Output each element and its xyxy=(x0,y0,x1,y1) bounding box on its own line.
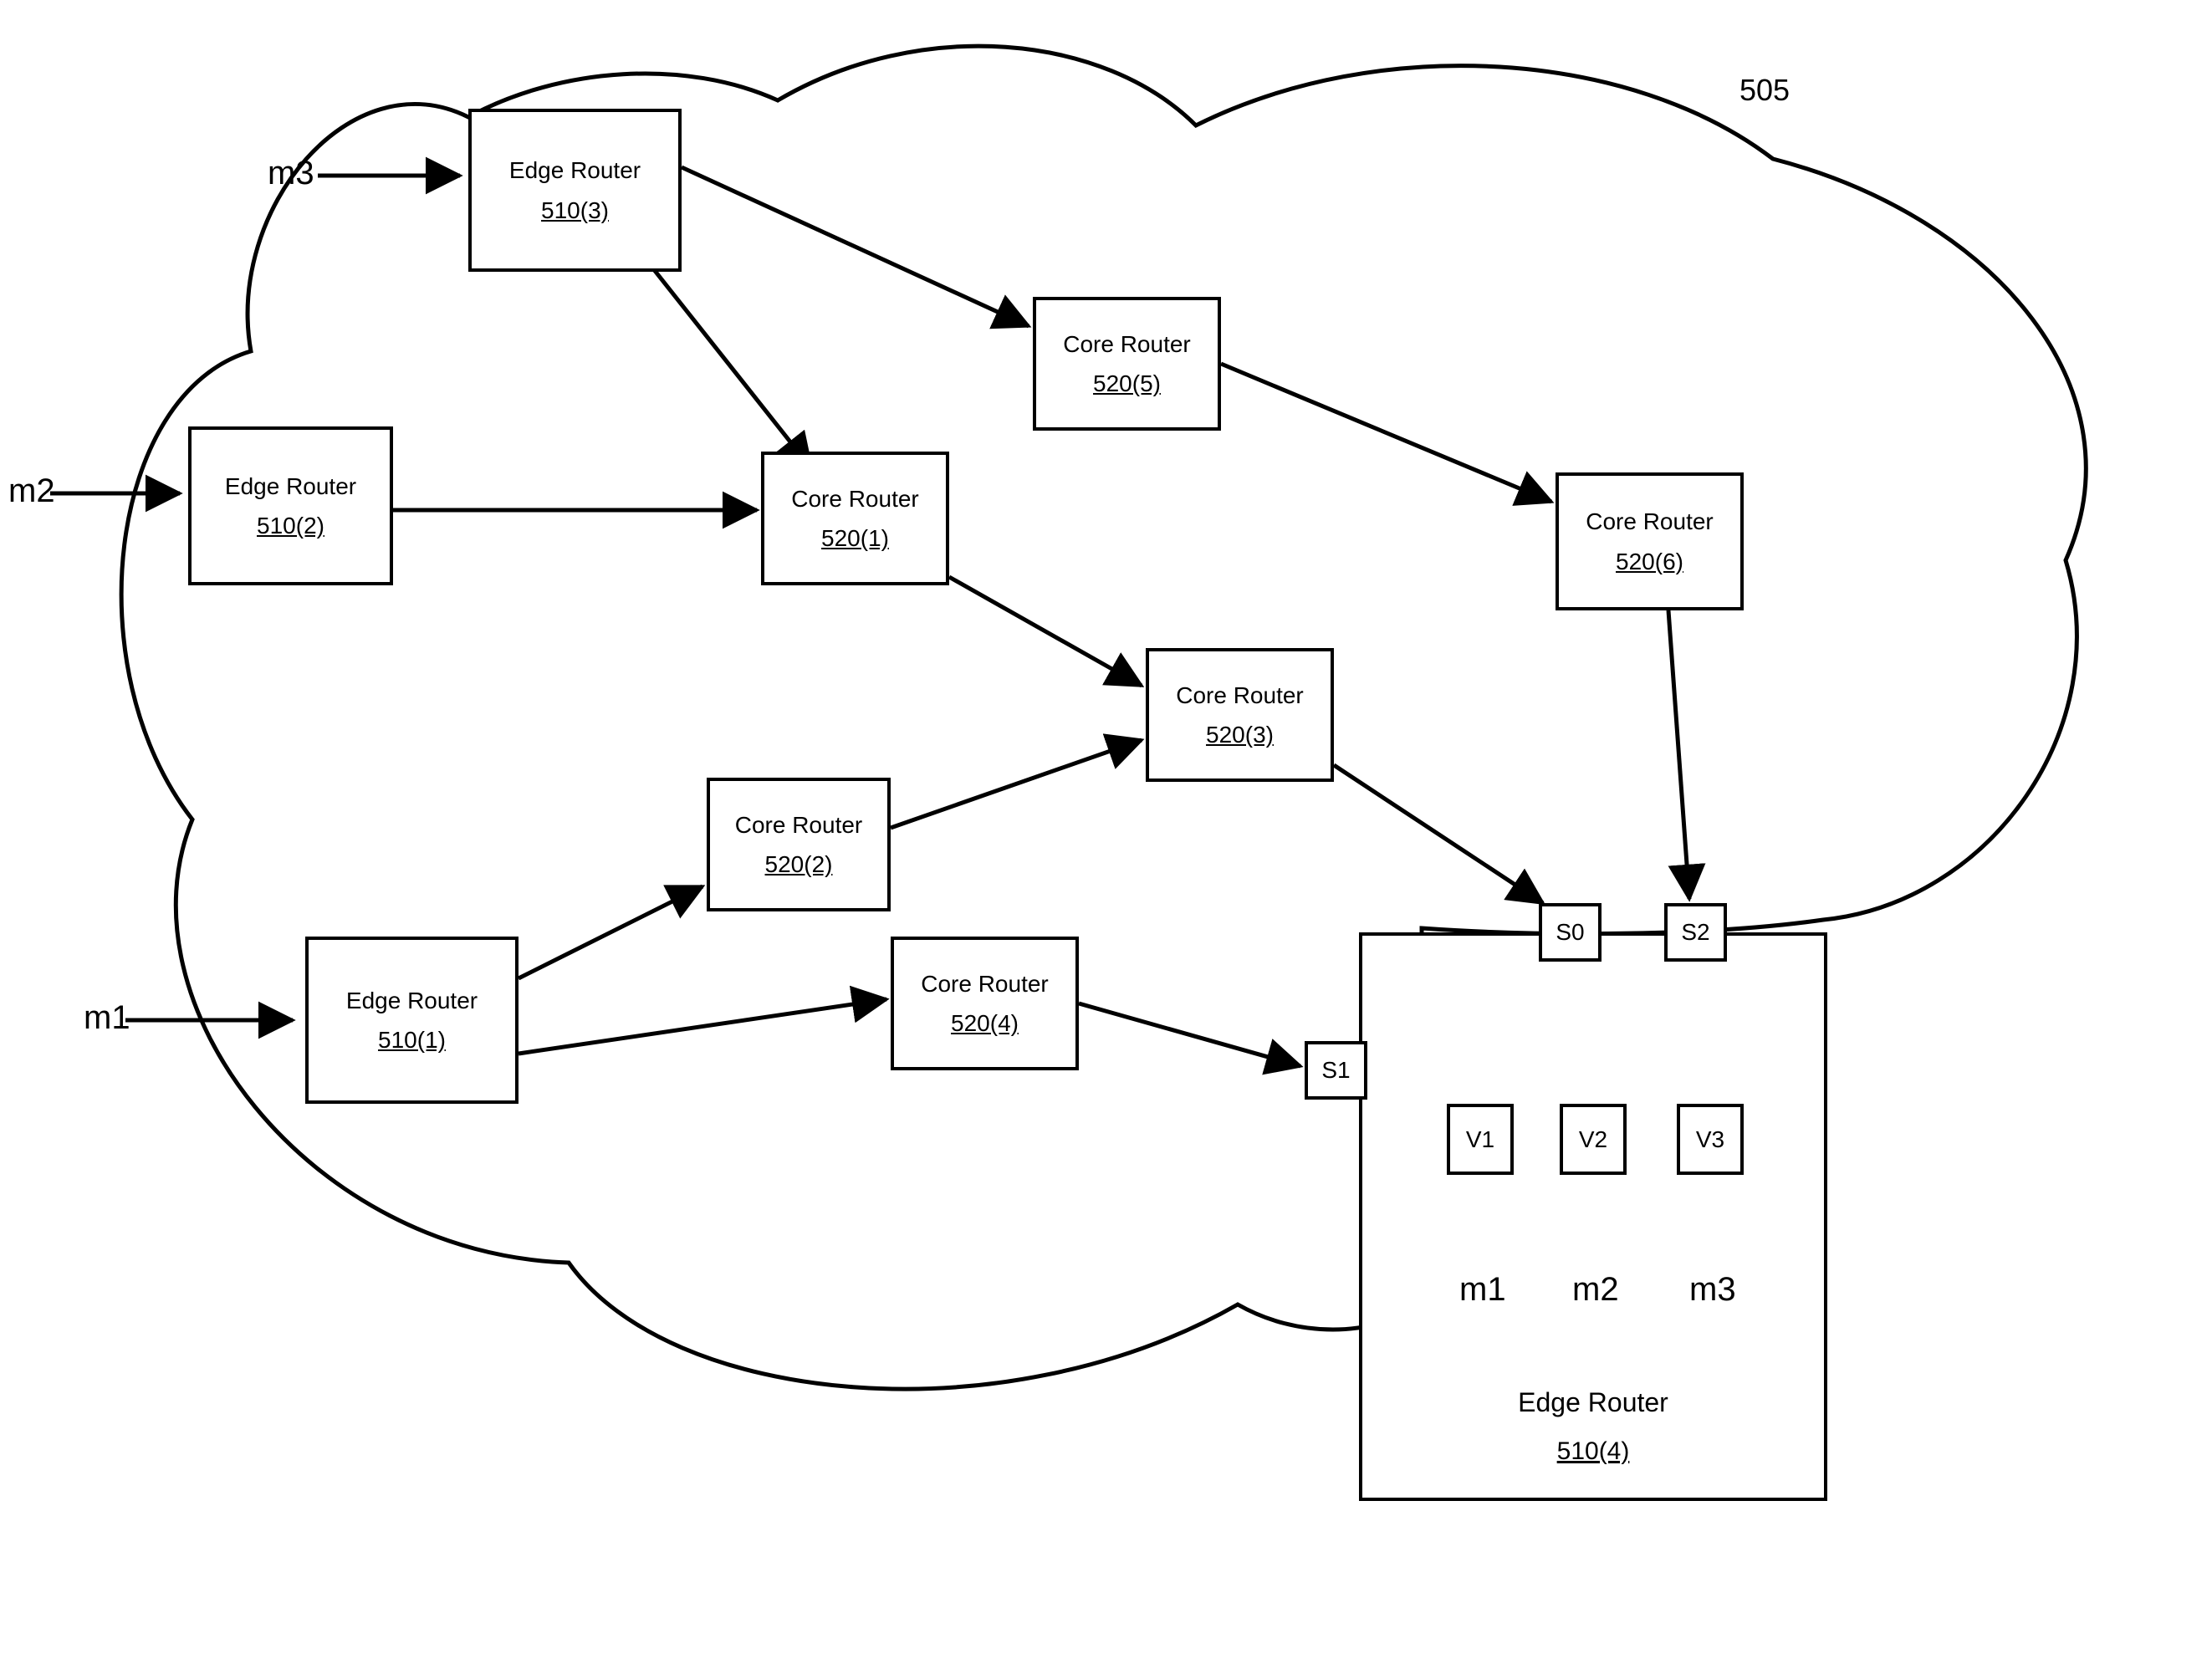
edge-router-1: Edge Router 510(1) xyxy=(305,937,519,1104)
edge-router-1-title: Edge Router xyxy=(346,984,478,1017)
core-router-2-ref: 520(2) xyxy=(765,848,833,881)
port-v3: V3 xyxy=(1677,1104,1744,1175)
port-s0: S0 xyxy=(1539,903,1602,962)
port-v1: V1 xyxy=(1447,1104,1514,1175)
output-m2-label: m2 xyxy=(1572,1271,1619,1309)
edges-svg: 505 xyxy=(0,0,2212,1654)
output-m1-label: m1 xyxy=(1459,1271,1506,1309)
edge-router-4-ref: 510(4) xyxy=(1362,1437,1824,1466)
core-router-4-ref: 520(4) xyxy=(951,1007,1019,1039)
edge-router-3-ref: 510(3) xyxy=(541,194,609,227)
core-router-5-ref: 520(5) xyxy=(1093,367,1161,400)
edge-router-2-title: Edge Router xyxy=(225,470,356,503)
core-router-2: Core Router 520(2) xyxy=(707,778,891,911)
core-router-1-title: Core Router xyxy=(791,482,919,515)
cloud-label: 505 xyxy=(1739,73,1790,107)
port-s1: S1 xyxy=(1305,1041,1367,1100)
input-m2-label: m2 xyxy=(8,472,55,510)
edge-router-2-ref: 510(2) xyxy=(257,509,324,542)
core-router-4: Core Router 520(4) xyxy=(891,937,1079,1070)
core-router-6-title: Core Router xyxy=(1586,505,1714,538)
edge-router-3: Edge Router 510(3) xyxy=(468,109,682,272)
port-v2: V2 xyxy=(1560,1104,1627,1175)
core-router-3-ref: 520(3) xyxy=(1206,718,1274,751)
core-router-6: Core Router 520(6) xyxy=(1556,472,1744,610)
core-router-1: Core Router 520(1) xyxy=(761,452,949,585)
edge-router-3-title: Edge Router xyxy=(509,154,641,186)
core-router-3-title: Core Router xyxy=(1176,679,1304,712)
edge-router-4-title: Edge Router xyxy=(1362,1387,1824,1418)
input-m1-label: m1 xyxy=(84,999,130,1037)
core-router-4-title: Core Router xyxy=(921,967,1049,1000)
core-router-1-ref: 520(1) xyxy=(821,522,889,554)
input-m3-label: m3 xyxy=(268,155,314,192)
core-router-6-ref: 520(6) xyxy=(1616,545,1683,578)
port-s2: S2 xyxy=(1664,903,1727,962)
edge-router-4: Edge Router 510(4) xyxy=(1359,932,1827,1501)
diagram-canvas: 505 m1 xyxy=(0,0,2212,1654)
edge-router-2: Edge Router 510(2) xyxy=(188,426,393,585)
core-router-2-title: Core Router xyxy=(735,809,863,841)
output-m3-label: m3 xyxy=(1689,1271,1736,1309)
core-router-5: Core Router 520(5) xyxy=(1033,297,1221,431)
core-router-3: Core Router 520(3) xyxy=(1146,648,1334,782)
core-router-5-title: Core Router xyxy=(1063,328,1191,360)
edge-router-1-ref: 510(1) xyxy=(378,1024,446,1056)
